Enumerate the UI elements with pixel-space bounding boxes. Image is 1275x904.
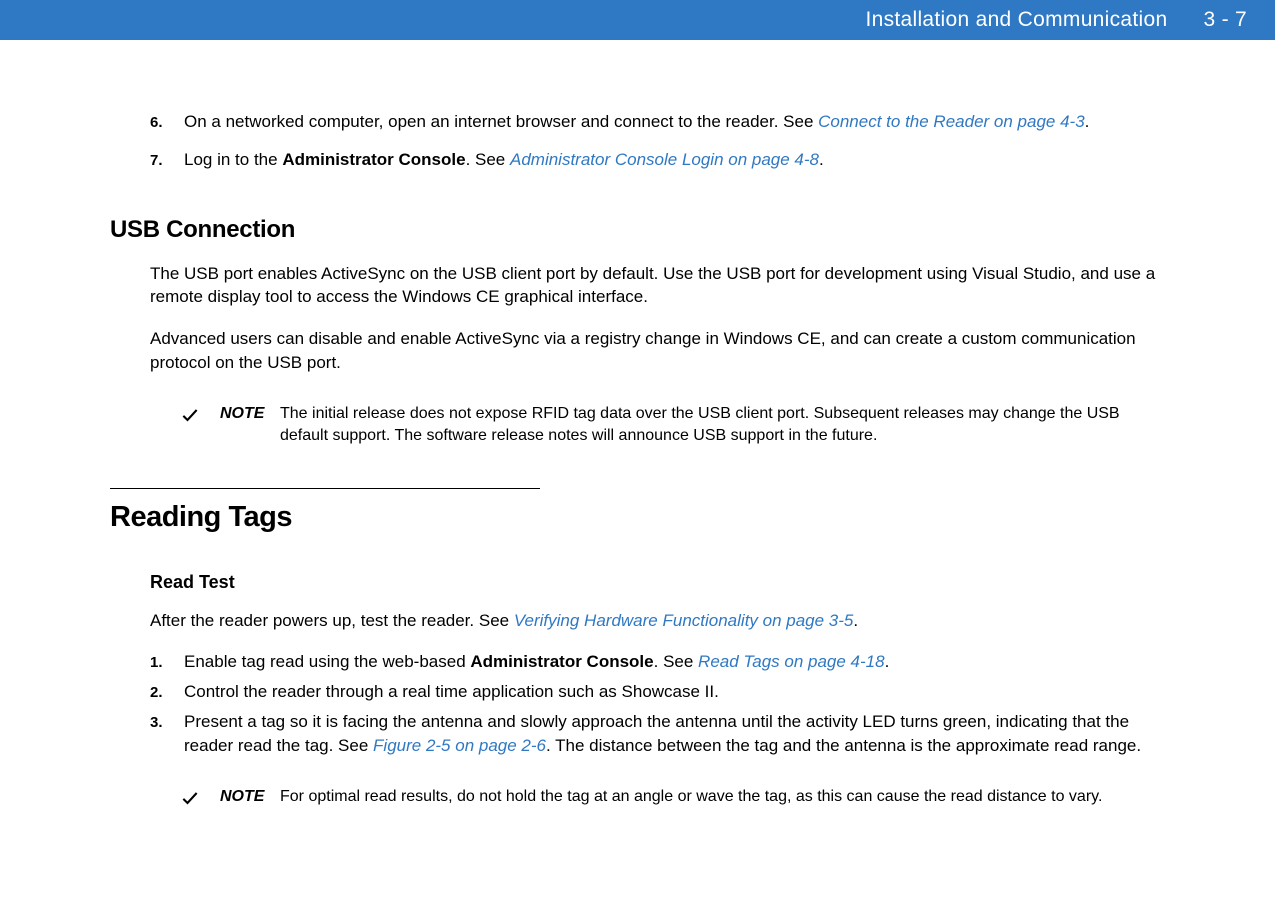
heading-reading-tags: Reading Tags (110, 501, 1165, 534)
list-text: Log in to the Administrator Console. See… (184, 148, 1165, 172)
link-figure-2-5[interactable]: Figure 2-5 on page 2-6 (373, 736, 546, 755)
page-number: 3 - 7 (1203, 8, 1247, 32)
list-number: 1. (150, 650, 184, 674)
note-label: NOTE (220, 786, 280, 815)
note-text: For optimal read results, do not hold th… (280, 786, 1165, 815)
link-admin-login[interactable]: Administrator Console Login on page 4-8 (510, 150, 819, 169)
list-text: Enable tag read using the web-based Admi… (184, 650, 1165, 674)
list-text: On a networked computer, open an interne… (184, 110, 1165, 134)
note-block-1: NOTE The initial release does not expose… (180, 403, 1165, 448)
page-body: 6. On a networked computer, open an inte… (0, 40, 1275, 855)
check-icon (180, 403, 220, 448)
note-text: The initial release does not expose RFID… (280, 403, 1165, 448)
list-item-6: 6. On a networked computer, open an inte… (150, 110, 1165, 134)
link-read-tags[interactable]: Read Tags on page 4-18 (698, 652, 885, 671)
list-item-7: 7. Log in to the Administrator Console. … (150, 148, 1165, 172)
list-item-3: 3. Present a tag so it is facing the ant… (150, 710, 1165, 758)
bold-admin-console: Administrator Console (282, 150, 465, 169)
page-header: Installation and Communication 3 - 7 (0, 0, 1275, 40)
chapter-title: Installation and Communication (865, 8, 1167, 32)
list-number: 6. (150, 110, 184, 134)
heading-read-test: Read Test (150, 572, 1165, 593)
heading-usb-connection: USB Connection (110, 216, 1165, 244)
list-number: 3. (150, 710, 184, 758)
note-block-2: NOTE For optimal read results, do not ho… (180, 786, 1165, 815)
list-item-1: 1. Enable tag read using the web-based A… (150, 650, 1165, 674)
paragraph-usb-1: The USB port enables ActiveSync on the U… (150, 262, 1165, 310)
section-divider (110, 488, 540, 489)
link-connect-reader[interactable]: Connect to the Reader on page 4-3 (818, 112, 1085, 131)
list-number: 7. (150, 148, 184, 172)
list-number: 2. (150, 680, 184, 704)
read-test-steps: 1. Enable tag read using the web-based A… (110, 650, 1165, 757)
link-verify-hardware[interactable]: Verifying Hardware Functionality on page… (514, 611, 854, 630)
list-item-2: 2. Control the reader through a real tim… (150, 680, 1165, 704)
note-label: NOTE (220, 403, 280, 448)
paragraph-read-test-intro: After the reader powers up, test the rea… (150, 609, 1165, 633)
list-text: Control the reader through a real time a… (184, 680, 1165, 704)
bold-admin-console: Administrator Console (470, 652, 653, 671)
check-icon (180, 786, 220, 815)
list-text: Present a tag so it is facing the antenn… (184, 710, 1165, 758)
paragraph-usb-2: Advanced users can disable and enable Ac… (150, 327, 1165, 375)
